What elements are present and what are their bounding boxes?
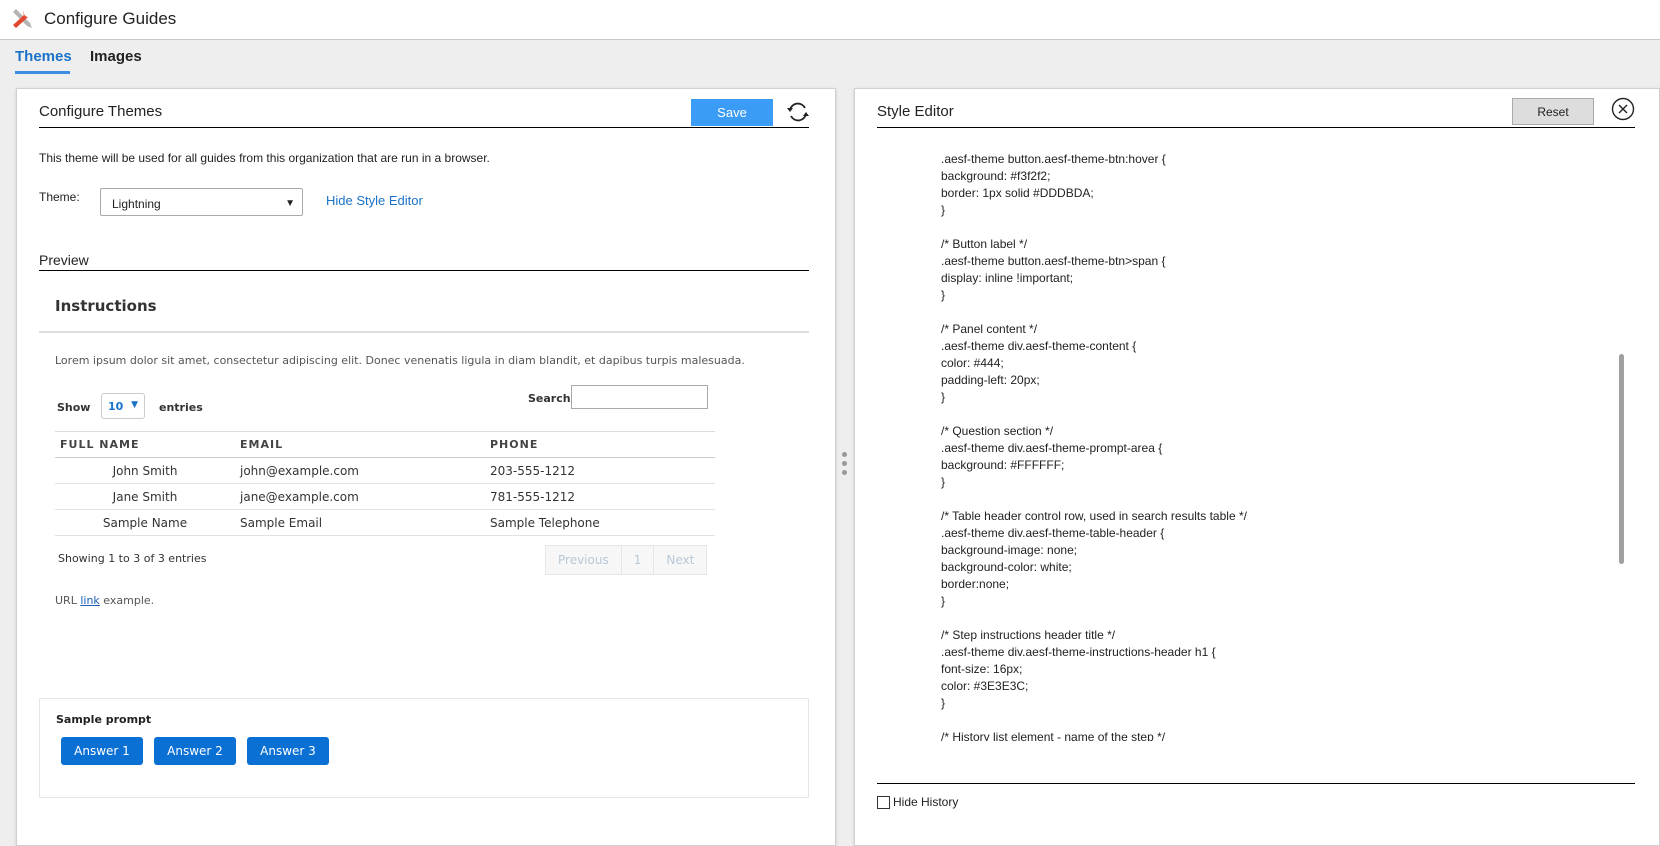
tools-icon — [13, 9, 32, 28]
cell-phone: 203-555-1212 — [485, 457, 715, 484]
table-row: Jane Smith jane@example.com 781-555-1212 — [55, 483, 715, 510]
hide-history-toggle[interactable]: Hide History — [877, 795, 958, 809]
style-editor-panel: Style Editor Reset .aesf-theme button.ae… — [854, 88, 1660, 846]
cell-email: Sample Email — [235, 509, 485, 536]
instructions-title: Instructions — [55, 297, 157, 315]
cell-name: Sample Name — [55, 509, 235, 536]
cell-name: Jane Smith — [55, 483, 235, 510]
search-label: Search: — [528, 392, 575, 405]
answer-2-button[interactable]: Answer 2 — [154, 737, 236, 765]
editor-scrollbar[interactable] — [1619, 354, 1624, 564]
prompt-area: Sample prompt Answer 1 Answer 2 Answer 3 — [39, 698, 809, 798]
preview-heading: Preview — [39, 252, 89, 268]
page-length-select[interactable]: 10 ▼ — [101, 393, 145, 419]
column-header-full-name[interactable]: FULL NAME — [55, 431, 235, 458]
app-header: Configure Guides — [0, 0, 1660, 40]
chevron-down-icon: ▼ — [131, 400, 138, 410]
title-divider — [39, 127, 809, 128]
table-header-row: FULL NAME EMAIL PHONE — [55, 431, 715, 458]
theme-label: Theme: — [39, 190, 80, 204]
cell-name: John Smith — [55, 457, 235, 484]
example-link[interactable]: link — [80, 594, 99, 607]
column-header-phone[interactable]: PHONE — [485, 431, 715, 458]
title-divider — [877, 127, 1635, 128]
app-title: Configure Guides — [44, 9, 177, 28]
chevron-down-icon: ▼ — [285, 198, 295, 209]
hide-style-editor-link[interactable]: Hide Style Editor — [326, 193, 423, 208]
table-row: John Smith john@example.com 203-555-1212 — [55, 457, 715, 484]
page-length-value: 10 — [108, 400, 124, 413]
tab-bar: Themes Images — [0, 41, 1660, 77]
search-input[interactable] — [571, 385, 708, 409]
table-info: Showing 1 to 3 of 3 entries — [58, 552, 207, 565]
entries-label: entries — [159, 401, 203, 414]
url-suffix: example. — [99, 594, 155, 607]
close-icon[interactable] — [1611, 97, 1635, 121]
pagination: Previous 1 Next — [545, 545, 708, 575]
column-header-email[interactable]: EMAIL — [235, 431, 485, 458]
preview-divider — [39, 270, 809, 271]
grip-dot-icon — [842, 452, 847, 457]
show-label: Show — [57, 401, 91, 414]
panel-title: Style Editor — [877, 103, 954, 120]
grip-dot-icon — [842, 461, 847, 466]
reset-button[interactable]: Reset — [1512, 98, 1594, 125]
prompt-label: Sample prompt — [56, 713, 152, 726]
css-editor[interactable]: .aesf-theme button.aesf-theme-btn:hover … — [941, 151, 1581, 741]
hide-history-checkbox[interactable] — [877, 795, 890, 809]
url-prefix: URL — [55, 594, 81, 607]
tab-images[interactable]: Images — [90, 48, 142, 65]
editor-bottom-divider — [877, 783, 1635, 784]
cell-email: john@example.com — [235, 457, 485, 484]
save-button[interactable]: Save — [691, 99, 773, 126]
answer-3-button[interactable]: Answer 3 — [247, 737, 329, 765]
hide-history-label: Hide History — [893, 795, 959, 809]
tab-themes[interactable]: Themes — [15, 48, 72, 65]
preview-table: FULL NAME EMAIL PHONE John Smith john@ex… — [55, 431, 715, 536]
panel-title: Configure Themes — [39, 103, 163, 120]
refresh-icon[interactable] — [785, 99, 811, 125]
active-tab-indicator — [15, 71, 70, 74]
cell-phone: 781-555-1212 — [485, 483, 715, 510]
answer-1-button[interactable]: Answer 1 — [61, 737, 143, 765]
cell-phone: Sample Telephone — [485, 509, 715, 536]
page-1-button[interactable]: 1 — [622, 546, 655, 574]
table-row: Sample Name Sample Email Sample Telephon… — [55, 509, 715, 536]
previous-page-button[interactable]: Previous — [546, 546, 622, 574]
theme-description: This theme will be used for all guides f… — [39, 151, 490, 165]
next-page-button[interactable]: Next — [654, 546, 706, 574]
panel-resize-handle[interactable] — [842, 452, 848, 482]
instructions-text: Lorem ipsum dolor sit amet, consectetur … — [55, 354, 745, 367]
configure-themes-panel: Configure Themes Save This theme will be… — [16, 88, 836, 846]
instructions-divider — [39, 331, 809, 333]
cell-email: jane@example.com — [235, 483, 485, 510]
theme-select-value: Lightning — [112, 197, 161, 211]
grip-dot-icon — [842, 470, 847, 475]
theme-select[interactable]: Lightning ▼ — [100, 188, 303, 216]
url-example: URL link example. — [55, 594, 154, 607]
